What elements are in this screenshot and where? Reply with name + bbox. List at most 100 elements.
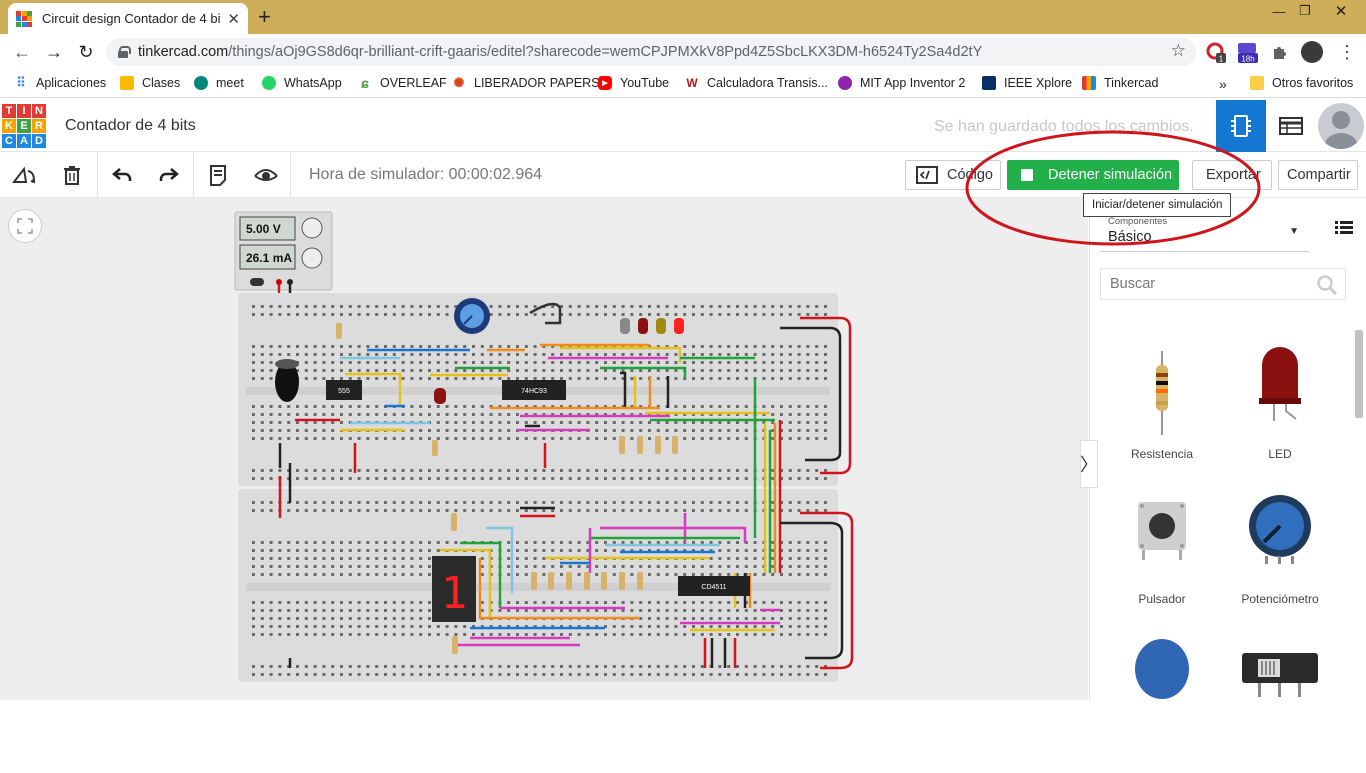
bookmark-other-favorites[interactable]: Otros favoritos — [1250, 76, 1353, 90]
bookmark-label: IEEE Xplore — [1004, 76, 1073, 90]
notes-icon[interactable] — [194, 152, 242, 198]
browser-tab[interactable]: Circuit design Contador de 4 bits ✕ — [8, 3, 248, 34]
tinkercad-logo[interactable]: T I N K E R C A D — [2, 104, 46, 148]
delete-trash-icon[interactable] — [48, 152, 96, 198]
bookmark-label: OVERLEAF — [380, 76, 447, 90]
svg-text:1: 1 — [441, 568, 468, 619]
components-sidebar: Componentes Básico ▼ Resistencia LED Pul… — [1089, 198, 1366, 700]
visibility-eye-icon[interactable] — [242, 152, 290, 198]
stop-square-icon — [1021, 169, 1033, 181]
breadboard-icon — [1231, 115, 1251, 137]
save-status: Se han guardado todos los cambios. — [934, 118, 1194, 135]
scrollbar-thumb[interactable] — [1355, 330, 1363, 418]
user-avatar[interactable] — [1318, 103, 1364, 149]
search-icon[interactable] — [1317, 275, 1338, 300]
component-potentiometer[interactable]: Potenciómetro — [1220, 488, 1340, 628]
sidebar-collapse-chevron-icon[interactable]: 〉 — [1080, 440, 1098, 488]
bookmark-label: Aplicaciones — [36, 76, 107, 90]
bookmark-mit-app-inventor[interactable]: MIT App Inventor 2 — [838, 76, 965, 90]
profile-avatar-icon[interactable] — [1301, 41, 1323, 63]
bookmark-label: MIT App Inventor 2 — [860, 76, 966, 90]
bookmark-liberador[interactable]: ✺ LIBERADOR PAPERS — [452, 75, 600, 90]
bookmark-apps[interactable]: ⠿ Aplicaciones — [14, 75, 107, 90]
liberador-icon: ✺ — [453, 75, 465, 90]
sidebar-scrollbar[interactable] — [1352, 320, 1366, 700]
bookmark-label: Otros favoritos — [1272, 76, 1354, 90]
tab-title: Circuit design Contador de 4 bits — [42, 11, 222, 26]
meet-icon — [194, 76, 208, 90]
toolbar-divider — [290, 152, 291, 198]
search-input[interactable] — [1101, 269, 1311, 299]
url-host: tinkercad.com — [138, 44, 229, 60]
code-button[interactable]: Código — [905, 160, 1001, 190]
bookmark-youtube[interactable]: ▶ YouTube — [598, 76, 669, 90]
design-title[interactable]: Contador de 4 bits — [65, 117, 196, 135]
close-window-icon[interactable]: ✕ — [1324, 0, 1358, 22]
forward-arrow-icon[interactable]: → — [42, 40, 66, 64]
app-header: T I N K E R C A D Contador de 4 bits Se … — [0, 100, 1366, 152]
component-capacitor[interactable] — [1102, 633, 1222, 773]
browser-menu-icon[interactable]: ⋮ — [1336, 41, 1358, 63]
close-tab-icon[interactable]: ✕ — [227, 10, 240, 28]
share-label: Compartir — [1287, 167, 1351, 183]
reload-icon[interactable]: ↻ — [74, 40, 98, 64]
extension-opera-icon[interactable]: 1 — [1206, 41, 1228, 63]
rotate-icon[interactable] — [0, 152, 48, 198]
power-supply[interactable]: 5.00 V 26.1 mA — [234, 211, 333, 291]
extension-badge-2: 18h — [1241, 55, 1254, 64]
component-list-view-button[interactable] — [1266, 100, 1316, 152]
bookmark-overleaf[interactable]: ɕ OVERLEAF — [358, 75, 447, 91]
extensions-puzzle-icon[interactable] — [1268, 41, 1290, 63]
stop-simulation-label: Detener simulación — [1048, 167, 1173, 183]
list-view-icon[interactable] — [1332, 216, 1356, 240]
new-tab-button[interactable]: + — [258, 4, 271, 30]
bookmark-label: WhatsApp — [284, 76, 342, 90]
address-bar[interactable]: tinkercad.com/things/aOj9GS8d6qr-brillia… — [106, 38, 1196, 66]
bookmark-meet[interactable]: meet — [194, 76, 244, 90]
bookmarks-bar: ⠿ Aplicaciones Clases meet WhatsApp ɕ OVER… — [0, 70, 1366, 98]
component-label: Pulsador — [1138, 592, 1186, 606]
components-dropdown[interactable]: Componentes Básico ▼ — [1100, 212, 1309, 252]
voltage-readout: 5.00 V — [246, 222, 281, 236]
bookmark-label: LIBERADOR PAPERS — [474, 76, 600, 90]
components-dropdown-value: Básico — [1108, 229, 1152, 245]
current-readout: 26.1 mA — [246, 251, 292, 265]
extension-calendar-icon[interactable]: 18h — [1236, 41, 1258, 63]
logo-letter: D — [32, 134, 46, 148]
table-icon — [1279, 117, 1303, 135]
export-button[interactable]: Exportar — [1192, 160, 1272, 190]
share-button[interactable]: Compartir — [1278, 160, 1358, 190]
component-pushbutton[interactable]: Pulsador — [1102, 488, 1222, 628]
bookmark-star-icon[interactable]: ☆ — [1171, 41, 1186, 61]
circuit-view-button[interactable] — [1216, 100, 1266, 152]
circuit-canvas: 5.00 V 26.1 mA 555 74HC93 1 CD4511 — [234, 211, 854, 682]
calculator-w-icon: W — [686, 76, 698, 90]
chip-555-label: 555 — [338, 388, 350, 395]
circuit-workspace[interactable]: 5.00 V 26.1 mA 555 74HC93 1 CD4511 — [0, 198, 1088, 700]
bookmark-calculadora[interactable]: W Calculadora Transis... — [685, 76, 828, 90]
component-resistor[interactable]: Resistencia — [1102, 343, 1222, 483]
bookmark-clases[interactable]: Clases — [120, 76, 180, 90]
component-slide-switch[interactable] — [1220, 633, 1340, 773]
bookmark-whatsapp[interactable]: WhatsApp — [262, 76, 342, 90]
stop-simulation-button[interactable]: Detener simulación — [1007, 160, 1179, 190]
logo-letter: N — [32, 104, 46, 118]
bookmark-ieee[interactable]: IEEE Xplore — [982, 76, 1072, 90]
bookmark-label: Calculadora Transis... — [707, 76, 828, 90]
app-inventor-icon — [838, 76, 852, 90]
tinkercad-favicon-icon — [16, 10, 32, 27]
component-label: Resistencia — [1130, 447, 1194, 461]
component-search[interactable] — [1100, 268, 1346, 300]
redo-icon[interactable] — [145, 152, 193, 198]
bookmark-tinkercad[interactable]: Tinkercad — [1082, 76, 1158, 90]
back-arrow-icon[interactable]: ← — [10, 40, 34, 64]
component-led[interactable]: LED — [1220, 343, 1340, 483]
bookmark-label: YouTube — [620, 76, 670, 90]
bookmark-label: Tinkercad — [1104, 76, 1159, 90]
restore-window-icon[interactable]: ❐ — [1288, 0, 1322, 22]
logo-letter: A — [17, 134, 31, 148]
undo-icon[interactable] — [98, 152, 146, 198]
whatsapp-icon — [262, 76, 276, 90]
bookmarks-overflow-button[interactable]: » — [1219, 76, 1227, 92]
component-label: Potenciómetro — [1241, 592, 1319, 606]
